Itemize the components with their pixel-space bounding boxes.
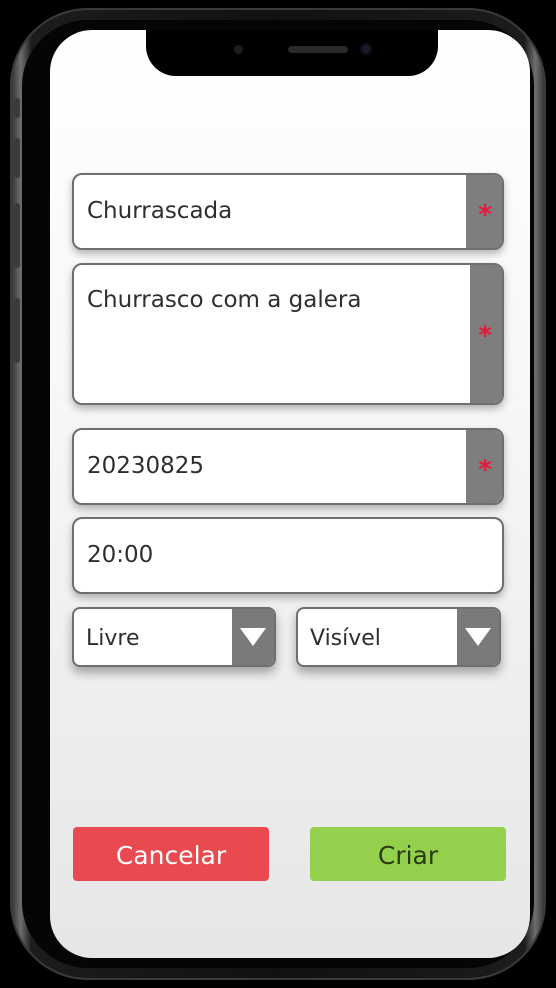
- access-select-value: Livre: [86, 626, 140, 651]
- required-indicator: *: [470, 265, 502, 403]
- create-button[interactable]: Criar: [310, 827, 506, 881]
- visibility-dropdown-toggle[interactable]: [457, 609, 499, 665]
- required-indicator: *: [466, 430, 502, 503]
- phone-notch: [146, 30, 438, 76]
- access-dropdown-toggle[interactable]: [232, 609, 274, 665]
- event-time-value: 20:00: [87, 542, 154, 568]
- event-description-value: Churrasco com a galera: [87, 287, 362, 313]
- required-indicator: *: [466, 175, 502, 248]
- event-title-value: Churrascada: [87, 198, 233, 224]
- phone-side-button: [14, 298, 20, 363]
- event-time-input[interactable]: 20:00: [72, 517, 504, 594]
- cancel-button[interactable]: Cancelar: [73, 827, 269, 881]
- camera-icon: [360, 43, 372, 55]
- asterisk-icon: *: [478, 455, 492, 485]
- access-select[interactable]: Livre: [72, 607, 276, 667]
- visibility-select[interactable]: Visível: [296, 607, 501, 667]
- asterisk-icon: *: [478, 321, 492, 351]
- asterisk-icon: *: [478, 200, 492, 230]
- sensor-icon: [234, 45, 243, 54]
- speaker-grille: [288, 46, 348, 53]
- phone-side-button: [14, 98, 20, 118]
- triangle-down-icon: [240, 628, 266, 646]
- event-title-input[interactable]: Churrascada *: [72, 173, 504, 250]
- event-description-textarea[interactable]: Churrasco com a galera *: [72, 263, 504, 405]
- triangle-down-icon: [465, 628, 491, 646]
- visibility-select-value: Visível: [310, 626, 381, 651]
- event-date-value: 20230825: [87, 453, 205, 479]
- event-date-input[interactable]: 20230825 *: [72, 428, 504, 505]
- phone-frame: Churrascada * Churrasco com a galera * 2…: [10, 8, 546, 980]
- app-screen: Churrascada * Churrasco com a galera * 2…: [50, 30, 530, 958]
- phone-side-button: [14, 138, 20, 178]
- phone-side-button: [14, 203, 20, 268]
